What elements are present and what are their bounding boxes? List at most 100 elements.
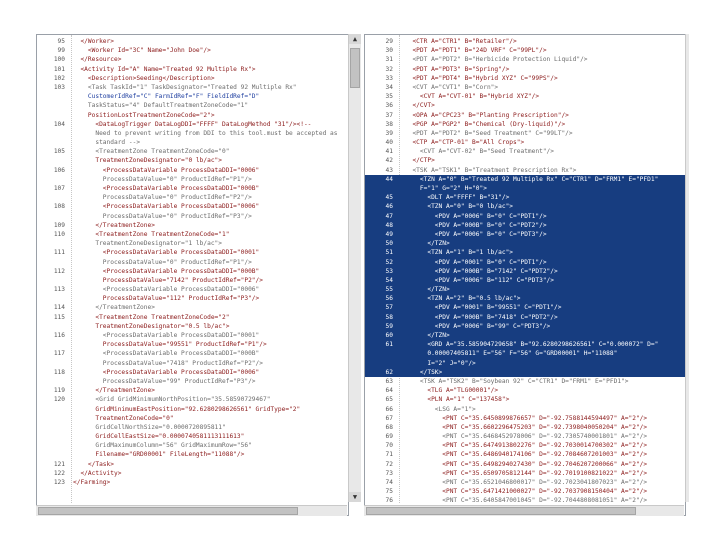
- code-line[interactable]: ProcessDataValue="99551" ProductIdRef="P…: [37, 340, 348, 349]
- left-vertical-scrollbar[interactable]: ▲ ▼: [348, 34, 361, 502]
- code-line[interactable]: 35 <CVT A="CVT-01" B="Hybrid XYZ"/>: [365, 92, 685, 101]
- code-line[interactable]: 39 <PDT A="PDT2" B="Seed Treatment" C="9…: [365, 129, 685, 138]
- code-line[interactable]: PositionLostTreatmentZoneCode="2">: [37, 111, 348, 120]
- code-line[interactable]: TreatmentZoneDesignator="1 lb/ac">: [37, 239, 348, 248]
- scroll-up-arrow-icon[interactable]: ▲: [349, 34, 361, 44]
- code-line[interactable]: 68 <PNT C="35.6602296475203" D="-92.7398…: [365, 423, 685, 432]
- code-line[interactable]: 100 </Resource>: [37, 55, 348, 64]
- code-line[interactable]: 49 <PDV A="0006" B="0" C="PDT3"/>: [365, 229, 685, 240]
- code-line[interactable]: 102 <Description>Seeding</Description>: [37, 74, 348, 83]
- code-line[interactable]: TreatmentZoneDesignator="0.5 lb/ac">: [37, 322, 348, 331]
- code-line[interactable]: ProcessDataValue="7142" ProductIdRef="P2…: [37, 276, 348, 285]
- code-line[interactable]: GridMaximumColumn="56" GridMaximumRow="5…: [37, 441, 348, 450]
- right-vertical-scrollbar[interactable]: [685, 34, 689, 502]
- code-line[interactable]: 56 <TZN A="2" B="0.5 lb/ac">: [365, 294, 685, 304]
- code-line[interactable]: 123 </Farming>: [37, 478, 348, 487]
- code-line[interactable]: Need to prevent writing from DDI to this…: [37, 129, 348, 138]
- code-line[interactable]: 53 <PDV A="000B" B="7142" C="PDT2"/>: [365, 266, 685, 276]
- code-line[interactable]: 42 </CTP>: [365, 156, 685, 165]
- code-line[interactable]: 66 <LSG A="1">: [365, 405, 685, 414]
- code-line[interactable]: standard -->: [37, 138, 348, 147]
- code-line[interactable]: 43 <TSK A="TSK1" B="Treatment Prescripti…: [365, 166, 685, 175]
- code-line[interactable]: 113 <ProcessDataVariable ProcessDataDDI=…: [37, 285, 348, 294]
- code-line[interactable]: ProcessDataValue="0" ProductIdRef="P1"/>: [37, 175, 348, 184]
- code-line[interactable]: 103 <Task TaskId="1" TaskDesignator="Tre…: [37, 83, 348, 92]
- code-line[interactable]: 45 <DLT A="FFFF" B="31"/>: [365, 193, 685, 203]
- code-line[interactable]: 60 </TZN>: [365, 331, 685, 341]
- code-line[interactable]: 36 </CVT>: [365, 101, 685, 110]
- code-line[interactable]: 57 <PDV A="0001" B="99551" C="PDT1"/>: [365, 303, 685, 313]
- code-line[interactable]: 99 <Worker Id="3C" Name="John Doe"/>: [37, 46, 348, 55]
- code-line[interactable]: 50 </TZN>: [365, 239, 685, 249]
- right-horizontal-scrollbar[interactable]: [364, 505, 684, 516]
- code-line[interactable]: 73 <PNT C="35.6509705812144" D="-92.7019…: [365, 469, 685, 478]
- code-line[interactable]: CustomerIdRef="C" FarmIdRef="F" FieldIdR…: [37, 92, 348, 101]
- code-line[interactable]: TreatmentZoneDesignator="0 lb/ac">: [37, 156, 348, 165]
- code-line[interactable]: 69 <PNT C="35.6468452978006" D="-92.7305…: [365, 432, 685, 441]
- code-line[interactable]: 38 <PGP A="PGP2" B="Chemical (Dry-liquid…: [365, 120, 685, 129]
- code-line[interactable]: Filename="GRD00001" FileLength="11088"/>: [37, 450, 348, 459]
- code-line[interactable]: 117 <ProcessDataVariable ProcessDataDDI=…: [37, 349, 348, 358]
- code-line[interactable]: 116 <ProcessDataVariable ProcessDataDDI=…: [37, 331, 348, 340]
- code-line[interactable]: 72 <PNT C="35.6498294027430" D="-92.7046…: [365, 460, 685, 469]
- code-line[interactable]: 107 <ProcessDataVariable ProcessDataDDI=…: [37, 184, 348, 193]
- code-line[interactable]: 75 <PNT C="35.6471421000027" D="-92.7037…: [365, 487, 685, 496]
- code-line[interactable]: F="1" G="2" H="0">: [365, 184, 685, 194]
- left-scroll-thumb[interactable]: [350, 48, 360, 88]
- code-line[interactable]: 0.00007405811" E="56" F="56" G="GRD00001…: [365, 349, 685, 359]
- code-line[interactable]: 46 <TZN A="0" B="0 lb/ac">: [365, 202, 685, 212]
- code-line[interactable]: ProcessDataValue="0" ProductIdRef="P3"/>: [37, 212, 348, 221]
- code-line[interactable]: GridMinimumEastPosition="92.628029862656…: [37, 405, 348, 414]
- code-line[interactable]: 32 <PDT A="PDT3" B="Spring"/>: [365, 65, 685, 74]
- code-line[interactable]: ProcessDataValue="99" ProductIdRef="P3"/…: [37, 377, 348, 386]
- code-line[interactable]: 110 <TreatmentZone TreatmentZoneCode="1": [37, 230, 348, 239]
- code-line[interactable]: 37 <OPA A="CPC23" B="Planting Prescripti…: [365, 111, 685, 120]
- code-line[interactable]: 33 <PDT A="PDT4" B="Hybrid XYZ" C="99PS"…: [365, 74, 685, 83]
- code-line[interactable]: 109 </TreatmentZone>: [37, 221, 348, 230]
- left-editor-pane[interactable]: 95 </Worker> 99 <Worker Id="3C" Name="Joh…: [36, 34, 349, 516]
- code-line[interactable]: TaskStatus="4" DefaultTreatmentZoneCode=…: [37, 101, 348, 110]
- code-line[interactable]: GridCellNorthSize="0.0000720895811": [37, 423, 348, 432]
- code-line[interactable]: 55 </TZN>: [365, 285, 685, 295]
- code-line[interactable]: 65 <PLN A="1" C="137458">: [365, 395, 685, 404]
- code-line[interactable]: 29 <CTR A="CTR1" B="Retailer"/>: [365, 37, 685, 46]
- code-line[interactable]: ProcessDataValue="0" ProductIdRef="P1"/>: [37, 258, 348, 267]
- code-line[interactable]: 51 <TZN A="1" B="1 lb/ac">: [365, 248, 685, 258]
- code-line[interactable]: 67 <PNT C="35.6450899876657" D="-92.7588…: [365, 414, 685, 423]
- code-line[interactable]: ProcessDataValue="7418" ProductIdRef="P2…: [37, 359, 348, 368]
- code-line[interactable]: 52 <PDV A="0001" B="0" C="PDT1"/>: [365, 257, 685, 267]
- code-line[interactable]: 54 <PDV A="0006" B="112" C="PDT3"/>: [365, 275, 685, 286]
- code-line[interactable]: 119 </TreatmentZone>: [37, 386, 348, 395]
- scroll-down-arrow-icon[interactable]: ▼: [349, 492, 361, 502]
- code-line[interactable]: 111 <ProcessDataVariable ProcessDataDDI=…: [37, 248, 348, 257]
- code-line[interactable]: ProcessDataValue="0" ProductIdRef="P2"/>: [37, 193, 348, 202]
- code-line[interactable]: 71 <PNT C="35.6486940174106" D="-92.7084…: [365, 450, 685, 459]
- code-line[interactable]: 106 <ProcessDataVariable ProcessDataDDI=…: [37, 166, 348, 175]
- code-line[interactable]: GridCellEastSize="0.0000740581113111613": [37, 432, 348, 441]
- code-line[interactable]: 44 <TZN A="0" B="Treated 92 Multiple Rx"…: [365, 174, 685, 184]
- code-line[interactable]: 122 </Activity>: [37, 469, 348, 478]
- code-line[interactable]: 48 <PDV A="000B" B="0" C="PDT2"/>: [365, 220, 685, 230]
- code-line[interactable]: 118 <ProcessDataVariable ProcessDataDDI=…: [37, 368, 348, 377]
- code-line[interactable]: TreatmentZoneCode="0": [37, 414, 348, 423]
- code-line[interactable]: 61 <GRD A="35.585904729658" B="92.628029…: [365, 340, 685, 350]
- code-line[interactable]: 104 <DataLogTrigger DataLogDDI="FFFF" Da…: [37, 120, 348, 129]
- code-line[interactable]: 70 <PNT C="35.6474913802276" D="-92.7030…: [365, 441, 685, 450]
- left-hscroll-thumb[interactable]: [38, 507, 298, 515]
- code-line[interactable]: 64 <TLG A="TLG00001"/>: [365, 386, 685, 395]
- code-line[interactable]: 59 <PDV A="0006" B="99" C="PDT3"/>: [365, 321, 685, 331]
- right-editor-pane[interactable]: 29 <CTR A="CTR1" B="Retailer"/> 30 <PDT A…: [364, 34, 686, 516]
- code-line[interactable]: 105 <TreatmentZone TreatmentZoneCode="0": [37, 147, 348, 156]
- code-line[interactable]: 40 <CTP A="CTP-01" B="All Crops">: [365, 138, 685, 147]
- code-line[interactable]: 114 </TreatmentZone>: [37, 303, 348, 312]
- code-line[interactable]: 31 <PDT A="PDT2" B="Herbicide Protection…: [365, 55, 685, 64]
- code-line[interactable]: 41 <CVT A="CVT-02" B="Seed Treatment"/>: [365, 147, 685, 156]
- code-line[interactable]: I="2" J="0"/>: [365, 358, 685, 368]
- code-line[interactable]: 58 <PDV A="000B" B="7418" C="PDT2"/>: [365, 312, 685, 322]
- code-line[interactable]: 112 <ProcessDataVariable ProcessDataDDI=…: [37, 267, 348, 276]
- right-hscroll-thumb[interactable]: [366, 507, 636, 515]
- code-line[interactable]: 108 <ProcessDataVariable ProcessDataDDI=…: [37, 202, 348, 211]
- code-line[interactable]: 47 <PDV A="0006" B="0" C="PDT1"/>: [365, 211, 685, 221]
- code-line[interactable]: 121 </Task>: [37, 460, 348, 469]
- code-line[interactable]: 30 <PDT A="PDT1" B="24D VRF" C="99PL"/>: [365, 46, 685, 55]
